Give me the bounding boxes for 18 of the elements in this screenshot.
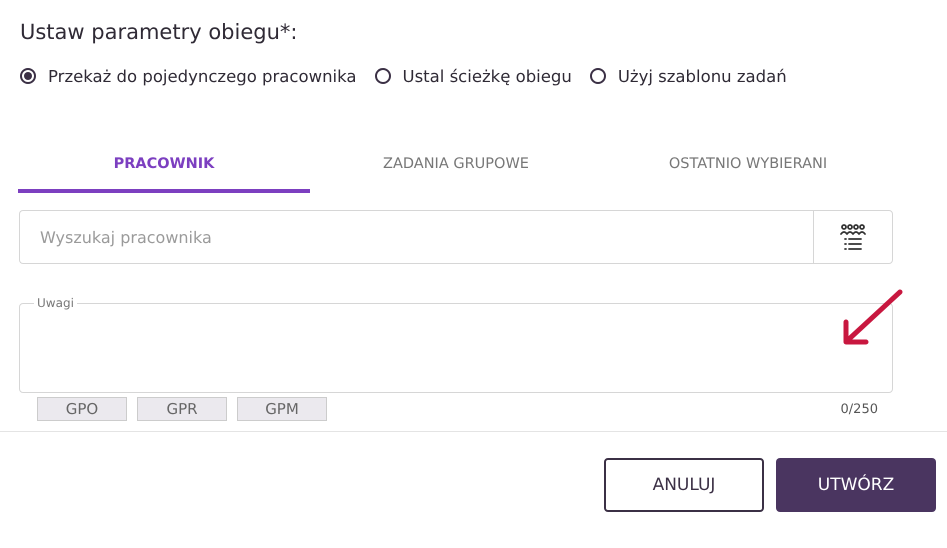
tab[interactable]: PRACOWNIK: [18, 147, 310, 193]
dialog-heading: Ustaw parametry obiegu*:: [19, 19, 298, 46]
tab[interactable]: OSTATNIO WYBIERANI: [602, 147, 894, 193]
radio-option[interactable]: Ustal ścieżkę obiegu: [374, 66, 572, 86]
remarks-field[interactable]: Uwagi: [19, 296, 893, 393]
radio-option[interactable]: Użyj szablonu zadań: [590, 66, 787, 86]
tab[interactable]: ZADANIA GRUPOWE: [310, 147, 602, 193]
group-list-icon: [838, 222, 868, 252]
chip-button[interactable]: GPR: [137, 397, 227, 421]
char-counter: 0/250: [840, 402, 878, 416]
create-button[interactable]: UTWÓRZ: [776, 458, 936, 512]
chip-button[interactable]: GPO: [37, 397, 127, 421]
group-list-button[interactable]: [813, 210, 893, 264]
chip-button[interactable]: GPM: [237, 397, 327, 421]
field-label: Uwagi: [36, 296, 75, 310]
search-field[interactable]: Wyszukaj pracownika: [19, 210, 813, 264]
cancel-button[interactable]: ANULUJ: [604, 458, 764, 512]
radio-option[interactable]: Przekaż do pojedynczego pracownika: [20, 66, 356, 86]
